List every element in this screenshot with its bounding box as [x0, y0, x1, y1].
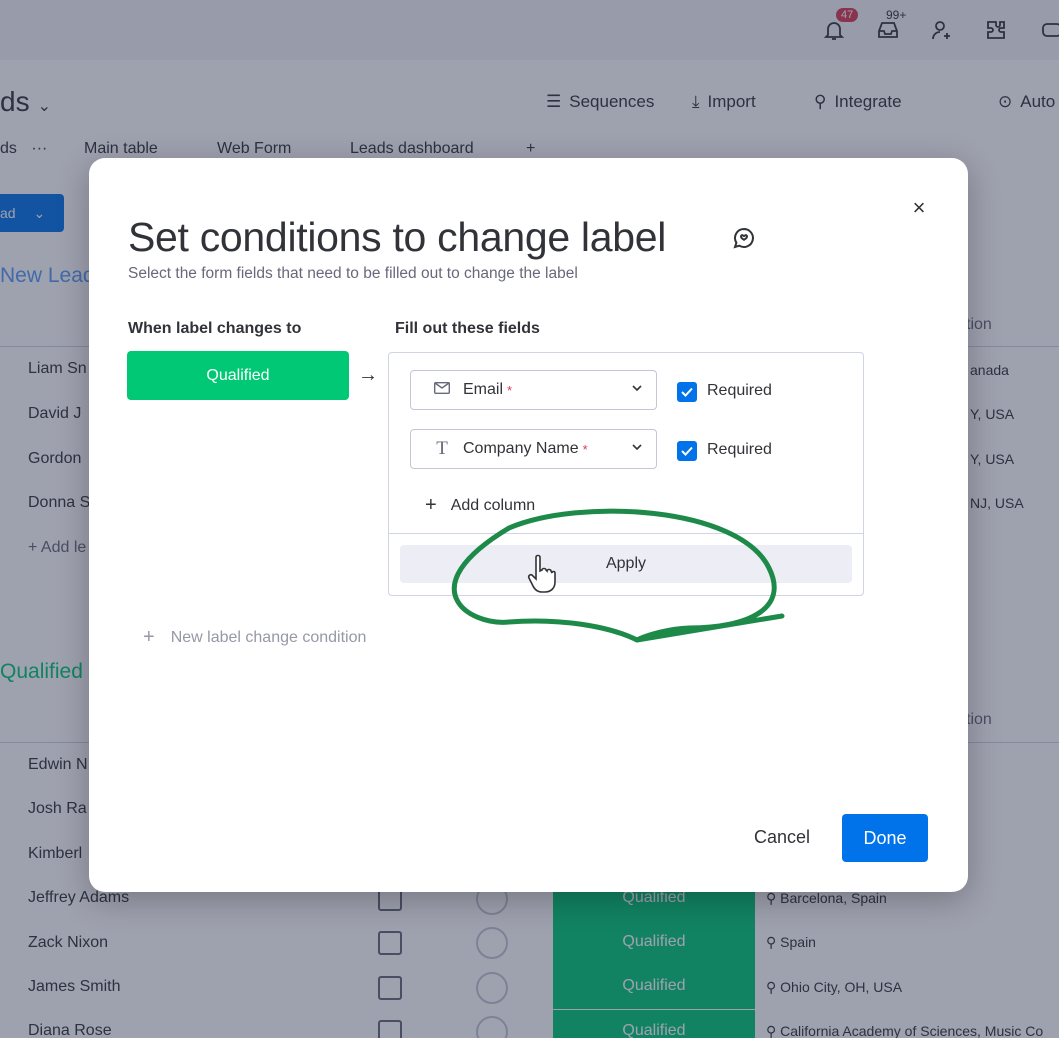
new-label-condition-label: New label change condition — [170, 628, 367, 646]
dialog-title: Set conditions to change label — [128, 214, 667, 260]
required-label: Required — [707, 382, 772, 399]
required-checkbox-email[interactable] — [677, 382, 697, 402]
required-asterisk: * — [582, 441, 588, 457]
cancel-button[interactable]: Cancel — [737, 815, 827, 859]
fill-fields-heading: Fill out these fields — [395, 320, 540, 337]
apply-button[interactable]: Apply — [400, 545, 852, 583]
required-label: Required — [707, 441, 772, 458]
field-select-company-name[interactable]: T Company Name * — [410, 429, 657, 469]
field-name: Company Name — [463, 440, 579, 457]
divider — [389, 533, 863, 534]
arrow-right-icon: → — [358, 364, 378, 386]
plus-icon: + — [143, 626, 155, 648]
close-icon[interactable]: × — [907, 196, 931, 220]
field-name: Email — [463, 381, 504, 398]
chevron-down-icon[interactable] — [630, 381, 644, 395]
mail-icon — [433, 381, 451, 399]
add-column-button[interactable]: + Add column — [425, 494, 535, 517]
required-asterisk: * — [507, 382, 513, 398]
done-button[interactable]: Done — [842, 814, 928, 862]
text-icon: T — [436, 438, 448, 459]
field-select-email[interactable]: Email * — [410, 370, 657, 410]
plus-icon: + — [425, 494, 437, 516]
dialog-subtitle: Select the form fields that need to be f… — [128, 265, 578, 282]
feedback-icon[interactable] — [732, 226, 756, 250]
chevron-down-icon[interactable] — [630, 440, 644, 454]
add-column-label: Add column — [450, 496, 536, 514]
status-label-qualified[interactable]: Qualified — [127, 351, 349, 400]
fields-panel: Email * Required T Company Name * Requir… — [388, 352, 864, 596]
hand-cursor-icon — [527, 554, 556, 593]
required-checkbox-company-name[interactable] — [677, 441, 697, 461]
when-label-heading: When label changes to — [128, 320, 302, 337]
set-conditions-dialog: × Set conditions to change label Select … — [89, 158, 968, 892]
new-label-condition-button[interactable]: + New label change condition — [143, 626, 366, 649]
